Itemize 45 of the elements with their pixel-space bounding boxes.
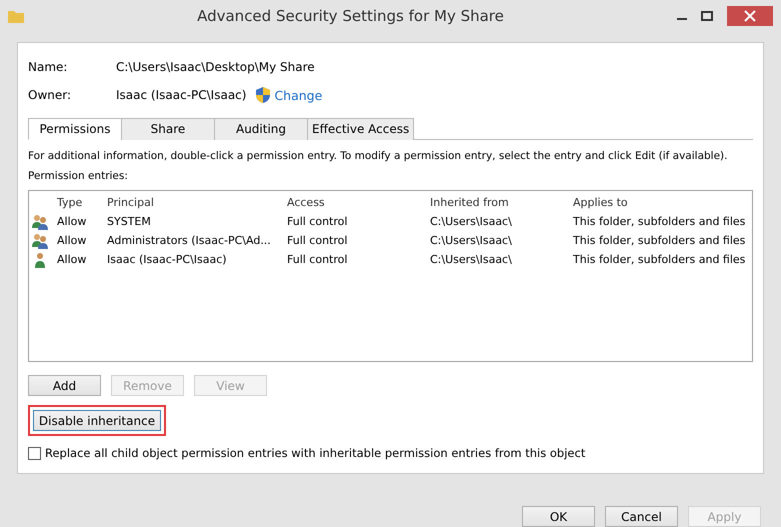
shield-icon (256, 87, 270, 103)
entries-label: Permission entries: (28, 170, 129, 182)
column-header[interactable]: Applies to (567, 196, 752, 209)
checkbox-label: Replace all child object permission entries with inheritable permission entries from this object (45, 446, 586, 460)
table-cell-text: This folder, subfolders and files (572, 253, 746, 266)
owner-label: Owner: (28, 88, 72, 102)
table-cell-text: Full control (286, 253, 348, 266)
name-value: C:\Users\Isaac\Desktop\My Share (116, 60, 315, 74)
change-link[interactable]: Change (274, 88, 322, 102)
disable-inheritance-button[interactable]: Disable inheritance (33, 410, 161, 431)
info-text: For additional information, double-click a permission entry. To modify a permission entry, select the entry and click Edit (if available). (28, 150, 728, 162)
column-header[interactable]: Inherited from (424, 196, 567, 209)
table-cell-text: Full control (286, 215, 348, 228)
dialog-button[interactable]: OK (522, 506, 595, 527)
table-cell-text: Full control (286, 234, 348, 247)
column-header[interactable]: Access (281, 196, 424, 209)
close-icon[interactable] (727, 6, 773, 26)
tab[interactable]: Share (121, 118, 215, 140)
table-cell-text: Administrators (Isaac-PC\Ad... (106, 234, 272, 247)
table-cell-text: C:\Users\Isaac\ (429, 234, 513, 247)
window-title: Advanced Security Settings for My Share (196, 7, 505, 25)
users-icon (31, 214, 49, 230)
entry-button[interactable]: Add (28, 375, 101, 396)
tab[interactable]: Effective Access (307, 118, 414, 140)
column-header[interactable]: Type (51, 196, 101, 209)
table-cell-text: C:\Users\Isaac\ (429, 253, 513, 266)
table-cell-text: Isaac (Isaac-PC\Isaac) (106, 253, 228, 266)
dialog-button[interactable]: Cancel (605, 506, 678, 527)
users-icon (31, 232, 49, 248)
table-cell-text: This folder, subfolders and files (572, 215, 746, 228)
tab[interactable]: Permissions (28, 118, 122, 140)
folder-icon (8, 9, 24, 23)
column-header[interactable]: Principal (101, 196, 281, 209)
owner-value: Isaac (Isaac-PC\Isaac) (116, 88, 246, 102)
table-cell-text: Allow (56, 253, 88, 266)
table-cell-text: SYSTEM (106, 215, 152, 228)
user-icon (33, 252, 47, 268)
maximize-icon[interactable] (701, 11, 713, 21)
tab[interactable]: Auditing (214, 118, 308, 140)
table-cell-text: Allow (56, 234, 88, 247)
checkbox[interactable] (28, 446, 41, 460)
name-label: Name: (28, 60, 68, 74)
table-cell-text: This folder, subfolders and files (572, 234, 746, 247)
table-cell-text: Allow (56, 215, 88, 228)
table-cell-text: C:\Users\Isaac\ (429, 215, 513, 228)
